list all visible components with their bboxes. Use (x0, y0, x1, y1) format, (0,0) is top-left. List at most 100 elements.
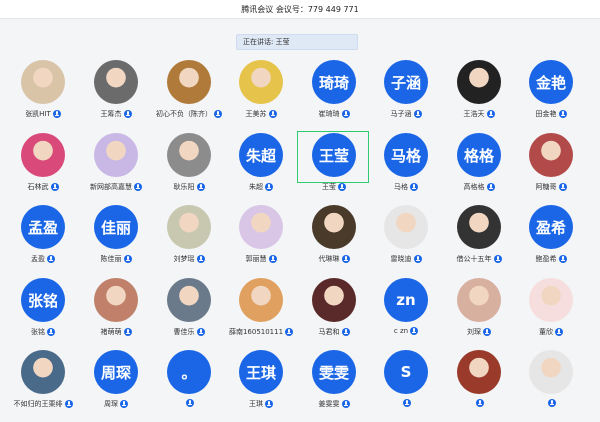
avatar: 。 (167, 350, 211, 394)
avatar (21, 133, 65, 177)
microphone-icon (123, 255, 132, 263)
participant-tile[interactable]: 格格 高格格 (443, 133, 515, 205)
avatar: 周琛 (94, 350, 138, 394)
participant-tile[interactable]: 褚萌萌 (80, 278, 152, 350)
participant-name: 马子涵 (370, 109, 442, 119)
microphone-icon (493, 255, 502, 263)
participant-tile[interactable]: 刘梦瑶 (153, 205, 225, 277)
participant-name-text: 张铭 (31, 328, 45, 336)
participant-name-text: c zn (393, 327, 409, 335)
participant-name: 薛南160510111 (225, 327, 297, 337)
participant-tile[interactable]: 佳丽 陈佳丽 (80, 205, 152, 277)
avatar (312, 205, 356, 249)
microphone-icon (123, 328, 132, 336)
avatar (457, 205, 501, 249)
participant-tile[interactable]: 郭丽慧 (225, 205, 297, 277)
participant-tile[interactable]: 张铭 张铭 (7, 278, 79, 350)
participant-tile[interactable] (443, 350, 515, 422)
participant-name-text: 石林武 (27, 183, 49, 191)
participant-tile[interactable]: 董欣 (515, 278, 587, 350)
microphone-icon (268, 110, 277, 118)
microphone-icon (341, 110, 350, 118)
participant-tile[interactable]: 阿糖哥 (515, 133, 587, 205)
avatar (384, 205, 428, 249)
participant-name: 高格格 (443, 182, 515, 192)
participant-tile[interactable]: 刘琛 (443, 278, 515, 350)
microphone-icon (410, 327, 419, 335)
avatar (94, 133, 138, 177)
participant-tile[interactable]: 雯雯 姜雯雯 (298, 350, 370, 422)
avatar: 张铭 (21, 278, 65, 322)
participant-name-text: 田金艳 (535, 110, 557, 118)
avatar: S (384, 350, 428, 394)
participant-tile[interactable]: S (370, 350, 442, 422)
participant-tile[interactable]: 石林武 (7, 133, 79, 205)
participant-name: 借公十五年 (443, 254, 515, 264)
participant-tile[interactable]: 雷晓迪 (370, 205, 442, 277)
avatar (239, 278, 283, 322)
participant-tile[interactable]: 薛南160510111 (225, 278, 297, 350)
microphone-icon (403, 399, 411, 407)
microphone-icon (341, 328, 350, 336)
participant-tile[interactable]: 盈希 鲍盈希 (515, 205, 587, 277)
participant-tile[interactable]: 子涵 马子涵 (370, 60, 442, 132)
avatar: 金艳 (529, 60, 573, 104)
participant-name: 王莹 (298, 182, 370, 192)
active-speaker-highlight (297, 131, 369, 183)
avatar (529, 350, 573, 394)
participant-name-text: 崔琦琦 (318, 110, 340, 118)
participant-tile[interactable]: 王琪 王琪 (225, 350, 297, 422)
participant-tile[interactable]: 琦琦 崔琦琦 (298, 60, 370, 132)
participant-tile[interactable]: 金艳田金艳 (515, 60, 587, 132)
participant-name-text: 陈佳丽 (100, 255, 122, 263)
participant-tile[interactable]: 朱超 朱超 (225, 133, 297, 205)
participant-tile[interactable]: 。 (153, 350, 225, 422)
participant-name: 朱超 (225, 182, 297, 192)
participant-tile[interactable]: zn c zn (370, 278, 442, 350)
participant-tile[interactable]: 马君和 (298, 278, 370, 350)
avatar (529, 278, 573, 322)
participant-name: 初心不负（陈齐） (153, 109, 225, 119)
participant-tile[interactable]: 新网部高嘉慧 (80, 133, 152, 205)
participant-tile[interactable]: 马格 马格 (370, 133, 442, 205)
participant-name: 王琪 (225, 399, 297, 409)
participant-name (370, 399, 442, 407)
participant-tile[interactable]: 不如归的王栗绯 (7, 350, 79, 422)
avatar: 朱超 (239, 133, 283, 177)
participant-tile[interactable]: 王筹杰 (80, 60, 152, 132)
participant-name-text: 阿糖哥 (535, 183, 557, 191)
participant-tile[interactable]: 王浩天 (443, 60, 515, 132)
participant-tile[interactable]: 耿乐阳 (153, 133, 225, 205)
participant-name: 曹佳乐 (153, 327, 225, 337)
participant-tile[interactable]: 张凯HIT (7, 60, 79, 132)
participant-tile[interactable]: 孟盈 孟盈 (7, 205, 79, 277)
participant-tile[interactable]: 周琛 周琛 (80, 350, 152, 422)
participant-name: 马君和 (298, 327, 370, 337)
participant-name: 周琛 (80, 399, 152, 409)
participant-name-text: 王莹 (322, 183, 336, 191)
participant-name-text: 曹佳乐 (173, 328, 195, 336)
avatar: 雯雯 (312, 350, 356, 394)
participant-tile[interactable]: 曹佳乐 (153, 278, 225, 350)
participant-name: 石林武 (7, 182, 79, 192)
participant-name-text: 耿乐阳 (173, 183, 195, 191)
participant-name: 刘琛 (443, 327, 515, 337)
participant-tile[interactable]: 代琳琳 (298, 205, 370, 277)
participant-tile[interactable]: 借公十五年 (443, 205, 515, 277)
participant-name-text: 王美苏 (245, 110, 267, 118)
participant-name-text: 王琪 (249, 400, 263, 408)
participant-tile[interactable]: 王美苏 (225, 60, 297, 132)
microphone-icon (123, 110, 132, 118)
participant-name: 代琳琳 (298, 254, 370, 264)
microphone-icon (268, 255, 277, 263)
microphone-icon (413, 110, 422, 118)
microphone-icon (338, 183, 346, 191)
participant-name: 王筹杰 (80, 109, 152, 119)
participant-name-text: 刘琛 (467, 328, 481, 336)
participant-name: 姜雯雯 (298, 399, 370, 409)
participant-name (443, 399, 515, 407)
participant-name-text: 周琛 (104, 400, 118, 408)
participant-tile[interactable] (515, 350, 587, 422)
participant-tile[interactable]: 初心不负（陈齐） (153, 60, 225, 132)
microphone-icon (341, 400, 350, 408)
